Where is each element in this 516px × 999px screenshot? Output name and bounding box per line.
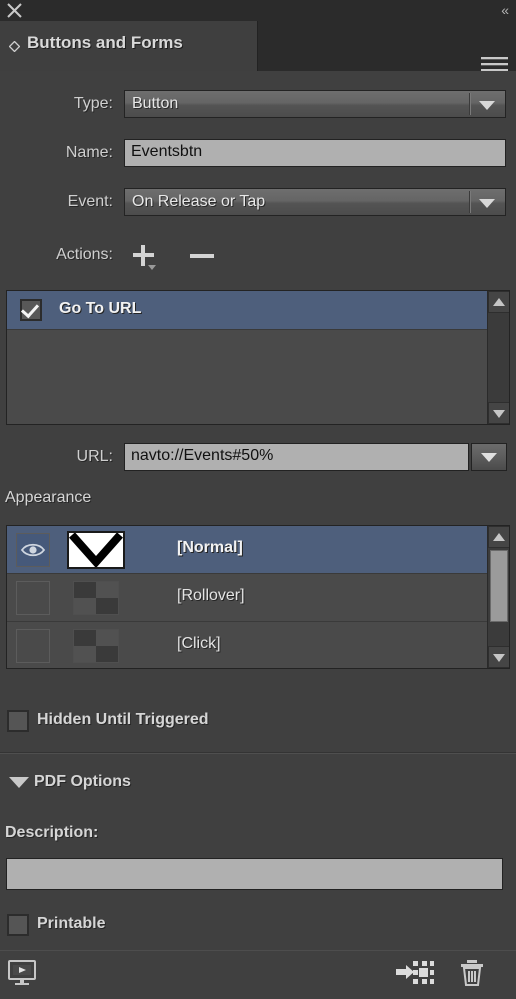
appearance-thumbnail-normal (67, 531, 125, 569)
pdf-options-title: PDF Options (34, 773, 131, 790)
triangle-down-icon (493, 654, 505, 662)
panel-bottombar (0, 950, 516, 999)
printable-label: Printable (37, 915, 106, 932)
pdf-options-disclosure-triangle[interactable] (9, 777, 29, 788)
type-value: Button (132, 95, 179, 112)
name-label: Name: (65, 144, 113, 161)
hidden-until-triggered-checkbox[interactable] (7, 710, 29, 732)
trash-icon[interactable] (458, 958, 486, 993)
add-action-button[interactable] (133, 245, 158, 271)
scroll-up-button[interactable] (488, 526, 509, 548)
appearance-state-normal[interactable]: [Normal] (7, 526, 509, 574)
name-input[interactable]: Eventsbtn (124, 139, 506, 167)
scroll-down-button[interactable] (488, 402, 509, 424)
convert-to-object-icon[interactable] (396, 959, 434, 994)
panel-diamond-icon (8, 39, 21, 53)
actions-label: Actions: (56, 246, 113, 263)
appearance-thumbnail-click (73, 629, 119, 663)
tab-label: Buttons and Forms (27, 33, 183, 52)
collapse-panel-icon[interactable]: « (501, 2, 509, 18)
remove-action-button[interactable] (190, 254, 214, 260)
description-input[interactable] (6, 858, 503, 890)
event-label: Event: (67, 193, 113, 210)
type-dropdown[interactable]: Button (124, 90, 506, 118)
url-value: navto://Events#50% (131, 447, 274, 464)
chevron-down-icon (481, 453, 497, 462)
appearance-title: Appearance (5, 489, 92, 506)
hidden-until-triggered-label: Hidden Until Triggered (37, 711, 209, 728)
actions-list-scrollbar[interactable] (487, 291, 509, 424)
scroll-down-button[interactable] (488, 646, 509, 668)
preview-monitor-icon[interactable] (7, 959, 37, 992)
url-input[interactable]: navto://Events#50% (124, 443, 469, 471)
appearance-list[interactable]: [Normal] [Rollover] [Click] (6, 525, 510, 669)
description-label: Description: (5, 824, 99, 841)
chevron-down-icon (479, 101, 495, 110)
scrollbar-thumb[interactable] (490, 550, 508, 622)
visibility-toggle-rollover[interactable] (16, 581, 50, 615)
triangle-up-icon (493, 533, 505, 541)
appearance-state-label: [Click] (177, 635, 221, 652)
triangle-down-icon (493, 410, 505, 418)
event-dropdown-divider (469, 191, 471, 213)
buttons-and-forms-panel: « Buttons and Forms Type: Button Name: E… (0, 0, 516, 999)
chevron-down-icon (148, 265, 156, 270)
appearance-state-label: [Rollover] (177, 587, 245, 604)
visibility-toggle-normal[interactable] (16, 533, 50, 567)
appearance-thumbnail-rollover (73, 581, 119, 615)
panel-tabstrip: Buttons and Forms (0, 21, 516, 78)
triangle-up-icon (493, 298, 505, 306)
type-dropdown-divider (469, 93, 471, 115)
type-label: Type: (73, 95, 113, 112)
visibility-toggle-click[interactable] (16, 629, 50, 663)
section-divider (0, 752, 516, 754)
tab-buttons-and-forms[interactable]: Buttons and Forms (0, 21, 258, 71)
action-item-label: Go To URL (59, 300, 142, 317)
scroll-up-button[interactable] (488, 291, 509, 313)
chevron-down-icon (479, 199, 495, 208)
panel-body: Type: Button Name: Eventsbtn Event: On R… (0, 71, 516, 951)
appearance-state-click[interactable]: [Click] (7, 622, 509, 668)
actions-list[interactable]: Go To URL (6, 290, 510, 425)
name-value: Eventsbtn (131, 143, 203, 160)
appearance-list-scrollbar[interactable] (487, 526, 509, 668)
appearance-state-label: [Normal] (177, 539, 243, 556)
url-dropdown-button[interactable] (471, 443, 507, 471)
minus-icon (190, 254, 214, 258)
printable-checkbox[interactable] (7, 914, 29, 936)
event-value: On Release or Tap (132, 193, 266, 210)
action-enabled-checkbox[interactable] (20, 299, 42, 321)
panel-titlebar: « (0, 0, 516, 21)
action-item-go-to-url[interactable]: Go To URL (7, 291, 509, 330)
appearance-state-rollover[interactable]: [Rollover] (7, 574, 509, 622)
url-label: URL: (76, 448, 113, 465)
check-icon (20, 299, 40, 319)
event-dropdown[interactable]: On Release or Tap (124, 188, 506, 216)
close-icon[interactable] (7, 3, 22, 18)
